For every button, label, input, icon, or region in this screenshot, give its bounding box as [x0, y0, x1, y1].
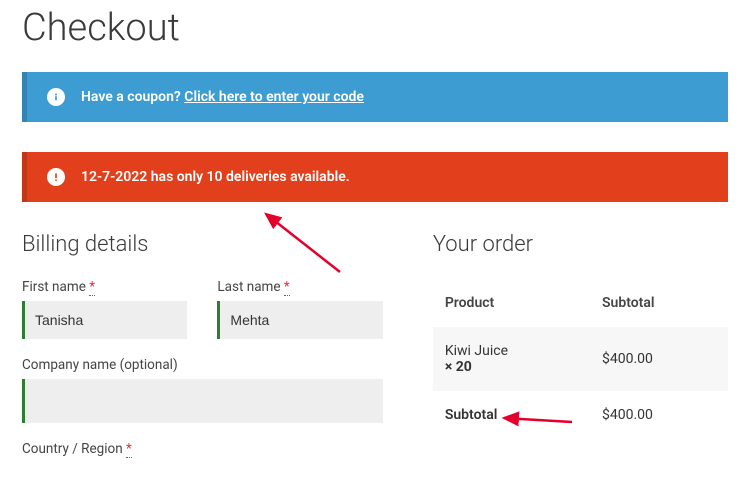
required-marker: * [126, 441, 132, 458]
first-name-input[interactable] [22, 301, 187, 339]
error-message: 12-7-2022 has only 10 deliveries availab… [81, 169, 350, 185]
last-name-input[interactable] [217, 301, 382, 339]
col-subtotal: Subtotal [590, 279, 728, 327]
required-marker: * [89, 279, 95, 296]
company-input[interactable] [22, 379, 383, 423]
last-name-label: Last name * [217, 279, 382, 295]
info-icon [47, 88, 65, 106]
coupon-question: Have a coupon? [81, 89, 184, 105]
company-label: Company name (optional) [22, 357, 383, 373]
alert-icon [47, 168, 65, 186]
subtotal-value: $400.00 [590, 391, 728, 439]
error-notice: 12-7-2022 has only 10 deliveries availab… [22, 152, 728, 202]
first-name-label: First name * [22, 279, 187, 295]
order-table: Product Subtotal Kiwi Juice × 20 $400.00… [433, 279, 728, 439]
col-product: Product [433, 279, 590, 327]
required-marker: * [284, 279, 290, 296]
subtotal-label: Subtotal [433, 391, 590, 439]
item-name: Kiwi Juice [445, 343, 508, 359]
billing-heading: Billing details [22, 232, 383, 257]
item-qty: 20 [456, 359, 472, 375]
coupon-link[interactable]: Click here to enter your code [184, 89, 364, 105]
page-title: Checkout [22, 6, 728, 50]
table-row: Kiwi Juice × 20 $400.00 [433, 327, 728, 391]
item-subtotal: $400.00 [590, 327, 728, 391]
country-label: Country / Region * [22, 441, 383, 457]
order-heading: Your order [433, 232, 728, 257]
coupon-notice: Have a coupon? Click here to enter your … [22, 72, 728, 122]
